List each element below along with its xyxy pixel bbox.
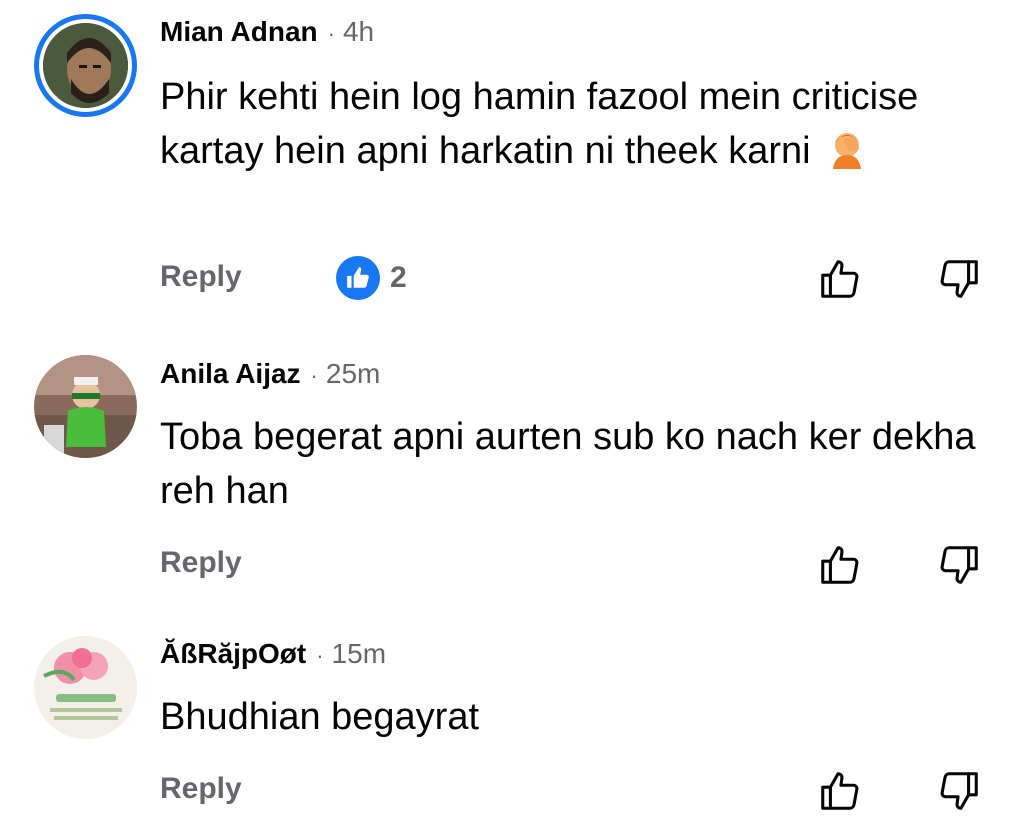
comment-text: Toba begerat apni aurten sub ko nach ker… [160,416,976,512]
comment-timestamp[interactable]: 15m [332,638,386,670]
comment-author[interactable]: Anila Aijaz [160,358,301,390]
thumbs-down-icon[interactable] [936,256,982,302]
thumbs-down-icon[interactable] [936,542,982,588]
comment-timestamp[interactable]: 25m [326,358,380,390]
comment-text: Phir kehti hein log hamin fazool mein cr… [160,76,919,172]
comment-timestamp[interactable]: 4h [343,16,374,48]
thumbs-up-icon[interactable] [817,768,863,814]
reaction-summary[interactable]: 2 [336,256,407,300]
face-palm-emoji [829,129,869,169]
separator-dot: · [316,643,324,668]
reply-button[interactable]: Reply [160,772,242,806]
thumbs-up-icon[interactable] [817,256,863,302]
avatar-mian-adnan[interactable] [34,14,137,117]
thumbs-up-icon[interactable] [817,542,863,588]
comment-text-block: Phir kehti hein log hamin fazool mein cr… [160,70,980,178]
reaction-count: 2 [390,261,407,294]
reply-button[interactable]: Reply [160,546,242,580]
separator-dot: · [327,21,335,46]
thumbs-down-icon[interactable] [936,768,982,814]
avatar-rajpoot[interactable] [34,636,137,739]
comment-author[interactable]: Mian Adnan [160,16,318,48]
like-reaction-icon [336,256,380,300]
reply-button[interactable]: Reply [160,260,242,294]
separator-dot: · [310,363,318,388]
comment-text: Bhudhian begayrat [160,696,480,738]
avatar-anila-aijaz[interactable] [34,355,137,458]
comment-author[interactable]: ĂßRăjpOøt [160,638,306,670]
